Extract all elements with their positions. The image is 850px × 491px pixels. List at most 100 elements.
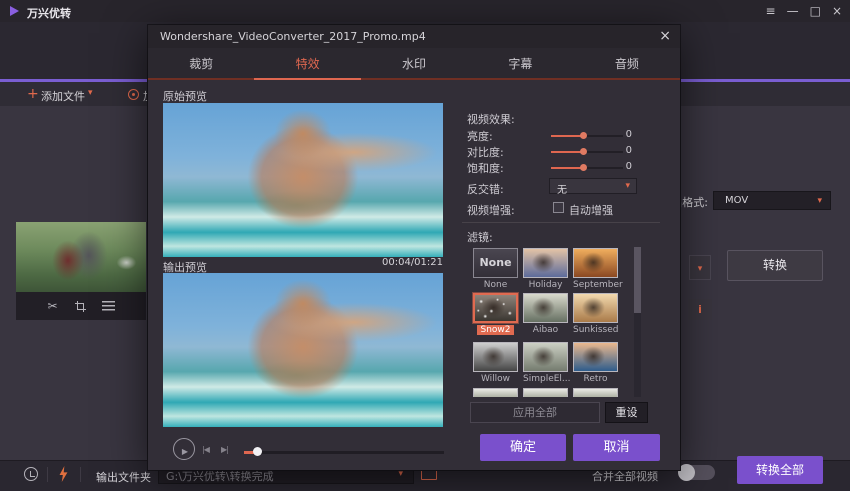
menu-icon[interactable]: ≡ xyxy=(766,0,776,22)
video-effects-title: 视频效果: xyxy=(467,111,515,127)
merge-all-label: 合并全部视频 xyxy=(592,468,658,484)
filter-item-retro[interactable]: Retro xyxy=(573,342,620,384)
original-preview-video xyxy=(163,103,443,257)
tab-crop[interactable]: 裁剪 xyxy=(148,48,254,80)
enhance-label: 视频增强: xyxy=(467,202,515,218)
add-files-caret-icon[interactable]: ▾ xyxy=(88,88,93,98)
path-caret-icon: ▾ xyxy=(398,469,403,479)
filter-item-september[interactable]: September xyxy=(573,248,620,290)
original-preview-label: 原始预览 xyxy=(163,88,207,104)
saturation-slider-thumb[interactable] xyxy=(580,164,587,171)
load-dvd-icon[interactable] xyxy=(128,89,139,100)
brightness-slider-thumb[interactable] xyxy=(580,132,587,139)
filter-thumbnail xyxy=(473,293,518,323)
schedule-clock-icon[interactable] xyxy=(24,467,38,481)
play-button[interactable]: ▶ xyxy=(173,438,195,460)
timestamp: 00:04/01:21 xyxy=(348,257,443,268)
filter-item-sunkissed[interactable]: Sunkissed xyxy=(573,293,620,335)
filter-label: Aibao xyxy=(523,325,568,335)
contrast-slider-thumb[interactable] xyxy=(580,148,587,155)
edit-dialog: Wondershare_VideoConverter_2017_Promo.mp… xyxy=(148,25,680,470)
filter-label: Snow2 xyxy=(473,325,518,335)
scrollbar-thumb[interactable] xyxy=(634,247,641,313)
convert-button[interactable]: 转换 xyxy=(727,250,823,281)
output-preview-video xyxy=(163,273,443,427)
filter-item-snow2[interactable]: Snow2 xyxy=(473,293,520,335)
reset-button[interactable]: 重设 xyxy=(605,402,648,423)
deinterlace-label: 反交错: xyxy=(467,181,504,197)
saturation-label: 饱和度: xyxy=(467,160,504,176)
merge-all-toggle[interactable] xyxy=(679,465,715,480)
window-titlebar: 万兴优转 ≡ — □ × xyxy=(0,0,850,22)
brightness-label: 亮度: xyxy=(467,128,493,144)
trim-icon[interactable]: ✂ xyxy=(47,299,57,313)
filter-item-simpleelegant[interactable]: SimpleEl... xyxy=(523,342,570,384)
seek-thumb[interactable] xyxy=(253,447,262,456)
dialog-tabs: 裁剪 特效 水印 字幕 音频 xyxy=(148,48,680,80)
filter-item-holiday[interactable]: Holiday xyxy=(523,248,570,290)
filter-thumbnail-partial[interactable] xyxy=(573,388,618,397)
next-frame-button[interactable]: ▶| xyxy=(221,445,228,454)
filter-thumbnail-partial[interactable] xyxy=(523,388,568,397)
minimize-icon[interactable]: — xyxy=(787,0,799,22)
ok-button[interactable]: 确定 xyxy=(480,434,566,461)
tab-watermark[interactable]: 水印 xyxy=(361,48,467,80)
filter-item-aibao[interactable]: Aibao xyxy=(523,293,570,335)
tab-underline xyxy=(148,78,680,80)
output-format-select[interactable]: MOV ▾ xyxy=(713,191,831,210)
filter-thumbnail: None xyxy=(473,248,518,278)
add-files-button[interactable]: 添加文件 xyxy=(41,88,85,104)
format-value: MOV xyxy=(725,195,748,206)
output-folder-label: 输出文件夹 xyxy=(96,469,151,485)
tab-audio[interactable]: 音频 xyxy=(574,48,680,80)
app-logo-play-icon xyxy=(10,6,19,16)
video-item-card[interactable]: ✂ xyxy=(16,222,146,320)
saturation-value: 0 xyxy=(603,161,632,172)
play-icon: ▶ xyxy=(180,447,188,456)
filter-label: Holiday xyxy=(523,280,568,290)
tab-effects[interactable]: 特效 xyxy=(254,48,360,80)
close-icon[interactable]: × xyxy=(832,0,842,22)
filter-label: Retro xyxy=(573,374,618,384)
open-folder-icon[interactable] xyxy=(421,469,437,480)
filter-item-none[interactable]: None None xyxy=(473,248,520,290)
prev-frame-button[interactable]: |◀ xyxy=(202,445,209,454)
filter-label: SimpleEl... xyxy=(523,374,568,384)
window-controls: ≡ — □ × xyxy=(766,0,842,22)
video-thumbnail xyxy=(16,222,146,292)
dialog-close-icon[interactable]: × xyxy=(659,28,671,44)
dialog-titlebar: Wondershare_VideoConverter_2017_Promo.mp… xyxy=(148,25,680,48)
filter-thumbnail xyxy=(573,248,618,278)
convert-all-button[interactable]: 转换全部 xyxy=(737,456,823,484)
filters-scrollbar[interactable] xyxy=(634,247,641,397)
seek-bar[interactable] xyxy=(244,451,444,454)
auto-enhance-option-label: 自动增强 xyxy=(569,202,613,218)
filter-thumbnail-partial[interactable] xyxy=(473,388,518,397)
auto-enhance-checkbox[interactable] xyxy=(553,202,564,213)
dialog-title: Wondershare_VideoConverter_2017_Promo.mp… xyxy=(160,30,426,43)
app-window: 万兴优转 ≡ — □ × + 添加文件 ▾ 加 ✂ 输出格式: MOV ▾ xyxy=(0,0,850,491)
contrast-label: 对比度: xyxy=(467,144,504,160)
effects-icon[interactable] xyxy=(102,301,115,311)
tab-subtitle[interactable]: 字幕 xyxy=(467,48,573,80)
filter-item-willow[interactable]: Willow xyxy=(473,342,520,384)
separator xyxy=(80,467,81,482)
filter-thumbnail xyxy=(473,342,518,372)
section-divider xyxy=(462,222,660,223)
maximize-icon[interactable]: □ xyxy=(810,0,821,22)
cancel-button[interactable]: 取消 xyxy=(573,434,660,461)
info-button[interactable]: i xyxy=(688,299,712,320)
item-format-dropdown[interactable]: ▾ xyxy=(689,255,711,280)
filter-thumbnail xyxy=(573,293,618,323)
apply-all-button[interactable]: 应用全部 xyxy=(470,402,600,423)
crop-icon[interactable] xyxy=(75,301,85,311)
filter-label: September xyxy=(573,280,618,290)
deinterlace-select[interactable]: 无 ▾ xyxy=(549,178,637,194)
filter-thumbnail xyxy=(523,293,568,323)
filter-thumbnail xyxy=(523,342,568,372)
filter-thumbnail xyxy=(523,248,568,278)
deinterlace-value: 无 xyxy=(557,181,567,196)
add-files-plus-icon[interactable]: + xyxy=(27,86,39,102)
separator xyxy=(47,467,48,482)
video-item-tools: ✂ xyxy=(16,292,146,320)
